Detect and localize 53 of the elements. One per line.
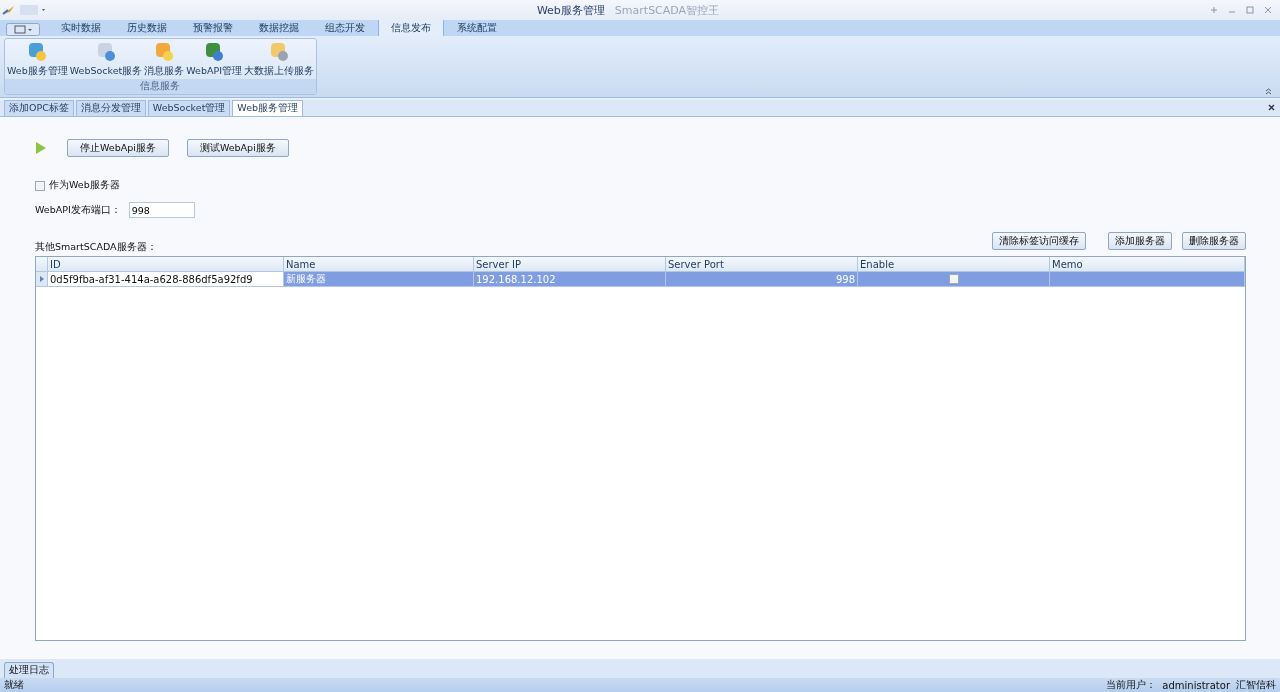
column-header[interactable]: ID xyxy=(48,257,284,271)
company-name: 汇智信科 xyxy=(1236,678,1276,692)
collapse-ribbon-icon[interactable] xyxy=(1265,88,1272,95)
window-subtitle: SmartSCADA智控王 xyxy=(614,2,720,18)
close-icon[interactable] xyxy=(1268,104,1275,111)
ribbon-button[interactable]: 大数据上传服务 xyxy=(244,41,314,79)
ribbon-group-label: 信息服务 xyxy=(5,79,316,94)
play-icon[interactable] xyxy=(35,141,47,155)
row-indicator-icon xyxy=(39,276,44,282)
ribbon-tab[interactable]: 实时数据 xyxy=(48,19,114,36)
test-service-button[interactable]: 测试WebApi服务 xyxy=(186,139,289,157)
document-tab[interactable]: Web服务管理 xyxy=(232,100,304,116)
status-text: 就绪 xyxy=(4,678,24,692)
ribbon-tab[interactable]: 系统配置 xyxy=(444,19,510,36)
column-header[interactable]: Enable xyxy=(858,257,1050,271)
pin-icon[interactable] xyxy=(1210,6,1218,14)
document-tab[interactable]: 消息分发管理 xyxy=(75,100,146,116)
column-header[interactable]: Server Port xyxy=(666,257,858,271)
table-cell: 新服务器 xyxy=(284,272,474,286)
column-header[interactable]: Server IP xyxy=(474,257,666,271)
column-header[interactable]: Memo xyxy=(1050,257,1245,271)
window-title: Web服务管理 xyxy=(536,2,605,18)
server-action-button[interactable]: 添加服务器 xyxy=(1108,232,1172,250)
app-logo-icon xyxy=(2,4,16,16)
port-label: WebAPI发布端口： xyxy=(35,203,121,217)
ribbon-button[interactable]: WebSocket服务 xyxy=(69,41,143,79)
ribbon-button[interactable]: Web服务管理 xyxy=(7,41,68,79)
document-tab[interactable]: WebSocket管理 xyxy=(147,100,231,116)
port-field[interactable]: 998 xyxy=(128,202,195,218)
checkbox[interactable] xyxy=(948,274,959,284)
app-menu-icon[interactable] xyxy=(6,23,40,36)
table-cell: 192.168.12.102 xyxy=(474,272,666,286)
column-header[interactable]: Name xyxy=(284,257,474,271)
table-cell: 0d5f9fba-af31-414a-a628-886df5a92fd9 xyxy=(48,272,284,286)
ribbon-tab[interactable]: 组态开发 xyxy=(312,19,378,36)
document-tab[interactable]: 添加OPC标签 xyxy=(4,100,74,116)
ribbon-tab[interactable]: 数据挖掘 xyxy=(246,19,312,36)
table-cell: 998 xyxy=(666,272,858,286)
stop-service-button[interactable]: 停止WebApi服务 xyxy=(67,139,169,157)
ribbon-tab[interactable]: 预警报警 xyxy=(180,19,246,36)
ribbon-tab[interactable]: 历史数据 xyxy=(114,19,180,36)
checkbox[interactable] xyxy=(35,180,45,191)
log-tab[interactable]: 处理日志 xyxy=(4,662,54,678)
servers-label: 其他SmartSCADA服务器： xyxy=(35,241,157,254)
grid-row[interactable]: 0d5f9fba-af31-414a-a628-886df5a92fd9 新服务器 192.168.12.102 998 xyxy=(36,272,1245,287)
server-action-button[interactable]: 删除服务器 xyxy=(1182,232,1246,250)
ribbon-button[interactable]: WebAPI管理 xyxy=(186,41,242,79)
server-action-button[interactable]: 清除标签访问缓存 xyxy=(992,232,1086,250)
maximize-icon[interactable] xyxy=(1246,6,1254,14)
ribbon-button[interactable]: 消息服务 xyxy=(144,41,185,79)
user-label: 当前用户： xyxy=(1106,678,1157,692)
checkbox-label: 作为Web服务器 xyxy=(49,179,120,192)
user-name: administrator xyxy=(1162,679,1230,691)
